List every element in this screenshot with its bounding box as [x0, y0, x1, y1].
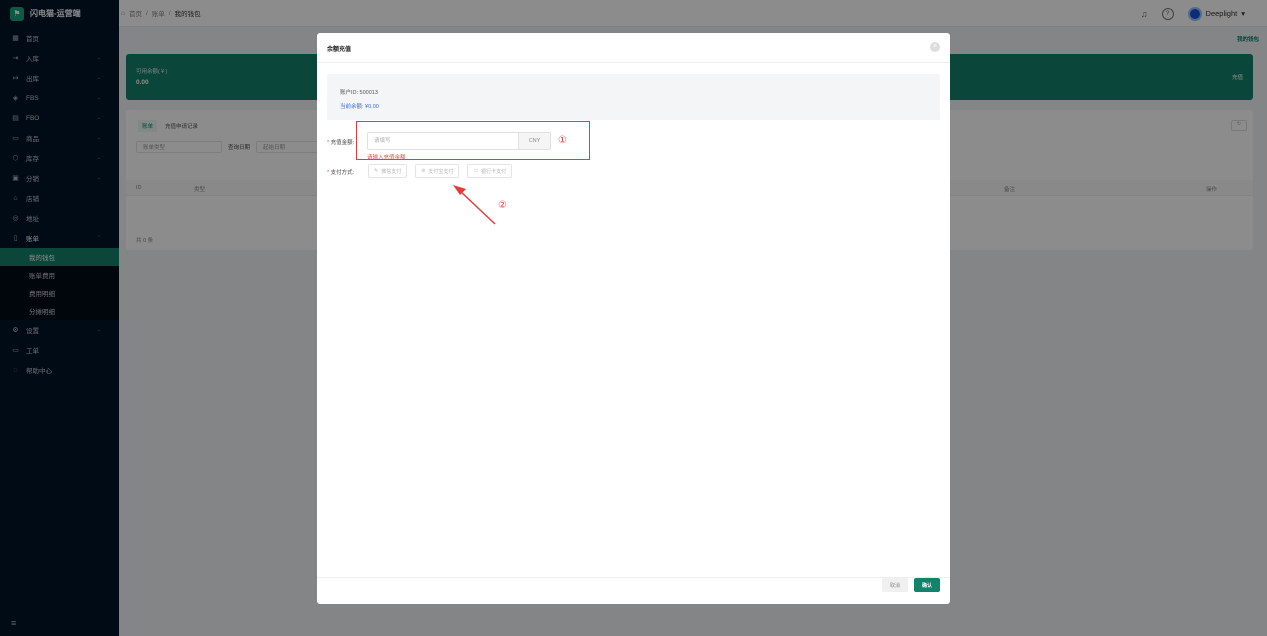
account-info: 账户ID: 500013 当前余额: ¥0.00 — [327, 74, 940, 120]
pay-methods: ✎ 微信支付 ⊚ 支付宝支付 ▭ 银行卡支付 — [368, 164, 513, 178]
pay-wechat-button[interactable]: ✎ 微信支付 — [368, 164, 408, 178]
divider — [317, 62, 950, 63]
amount-label: * 充值金额: — [327, 140, 355, 146]
pay-alipay-button[interactable]: ⊚ 支付宝支付 — [415, 164, 460, 178]
divider — [317, 577, 950, 578]
annotation-1: ① — [558, 135, 567, 146]
account-id: 账户ID: 500013 — [340, 90, 378, 96]
cancel-button[interactable]: 取消 — [882, 578, 908, 592]
confirm-button[interactable]: 确认 — [914, 578, 940, 592]
annotation-2: ② — [498, 200, 507, 211]
current-balance: 当前余额: ¥0.00 — [340, 104, 379, 110]
close-icon[interactable]: × — [930, 42, 940, 52]
modal-title: 余额充值 — [327, 47, 352, 53]
pay-method-label: * 支付方式: — [327, 170, 355, 176]
currency-addon: CNY — [518, 133, 550, 149]
card-icon: ▭ — [473, 168, 479, 174]
amount-field: CNY — [367, 132, 551, 150]
alipay-icon: ⊚ — [421, 168, 426, 174]
recharge-modal: 余额充值 × 账户ID: 500013 当前余额: ¥0.00 * 充值金额: … — [317, 33, 950, 604]
pay-bankcard-button[interactable]: ▭ 银行卡支付 — [467, 164, 513, 178]
amount-error: 请输入充值金额 — [367, 155, 406, 161]
wechat-icon: ✎ — [374, 168, 379, 174]
amount-input[interactable] — [368, 133, 518, 149]
